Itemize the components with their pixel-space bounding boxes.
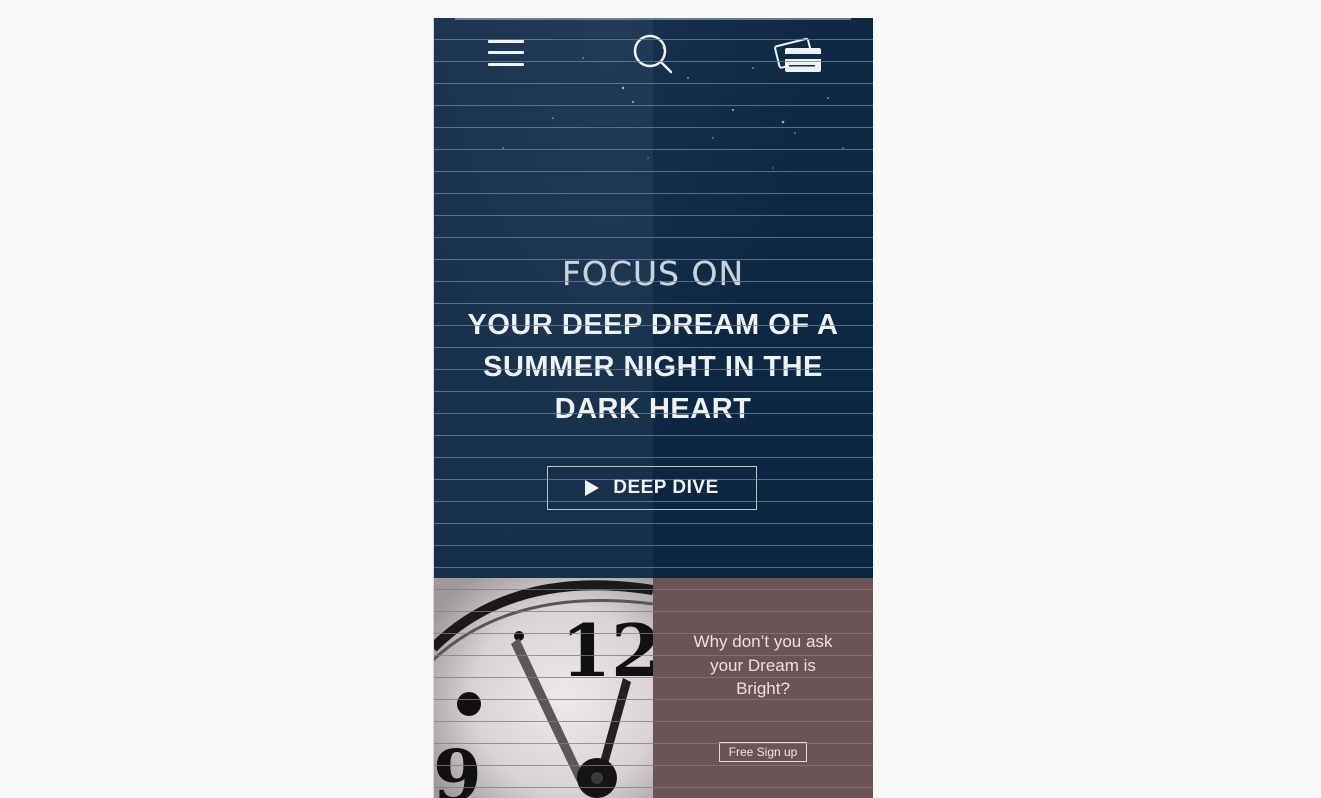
frame-left-edge bbox=[433, 18, 434, 798]
hamburger-menu-icon[interactable] bbox=[488, 38, 524, 68]
mobile-frame: FOCUS ON YOUR DEEP DREAM OF A SUMMER NIG… bbox=[433, 18, 873, 798]
free-signup-button[interactable]: Free Sign up bbox=[719, 742, 807, 762]
hero-section: FOCUS ON YOUR DEEP DREAM OF A SUMMER NIG… bbox=[433, 18, 873, 578]
deep-dive-button[interactable]: DEEP DIVE bbox=[547, 466, 757, 510]
search-icon[interactable] bbox=[631, 32, 675, 76]
credit-cards-icon[interactable] bbox=[773, 36, 825, 76]
svg-text:9: 9 bbox=[433, 734, 482, 798]
clock-face-illustration: 12 9 bbox=[433, 578, 653, 798]
promo-question: Why don’t you ask your Dream is Bright? bbox=[693, 632, 833, 698]
hero-headline: YOUR DEEP DREAM OF A SUMMER NIGHT IN THE… bbox=[467, 309, 839, 425]
deep-dive-label: DEEP DIVE bbox=[613, 477, 719, 498]
svg-text:12: 12 bbox=[561, 608, 653, 693]
play-icon bbox=[585, 480, 600, 496]
hero-text-block: FOCUS ON YOUR DEEP DREAM OF A SUMMER NIG… bbox=[433, 254, 873, 430]
promo-panel: Why don’t you ask your Dream is Bright? … bbox=[653, 578, 873, 798]
clock-image: 12 9 bbox=[433, 578, 653, 798]
hero-kicker: FOCUS ON bbox=[561, 254, 745, 293]
